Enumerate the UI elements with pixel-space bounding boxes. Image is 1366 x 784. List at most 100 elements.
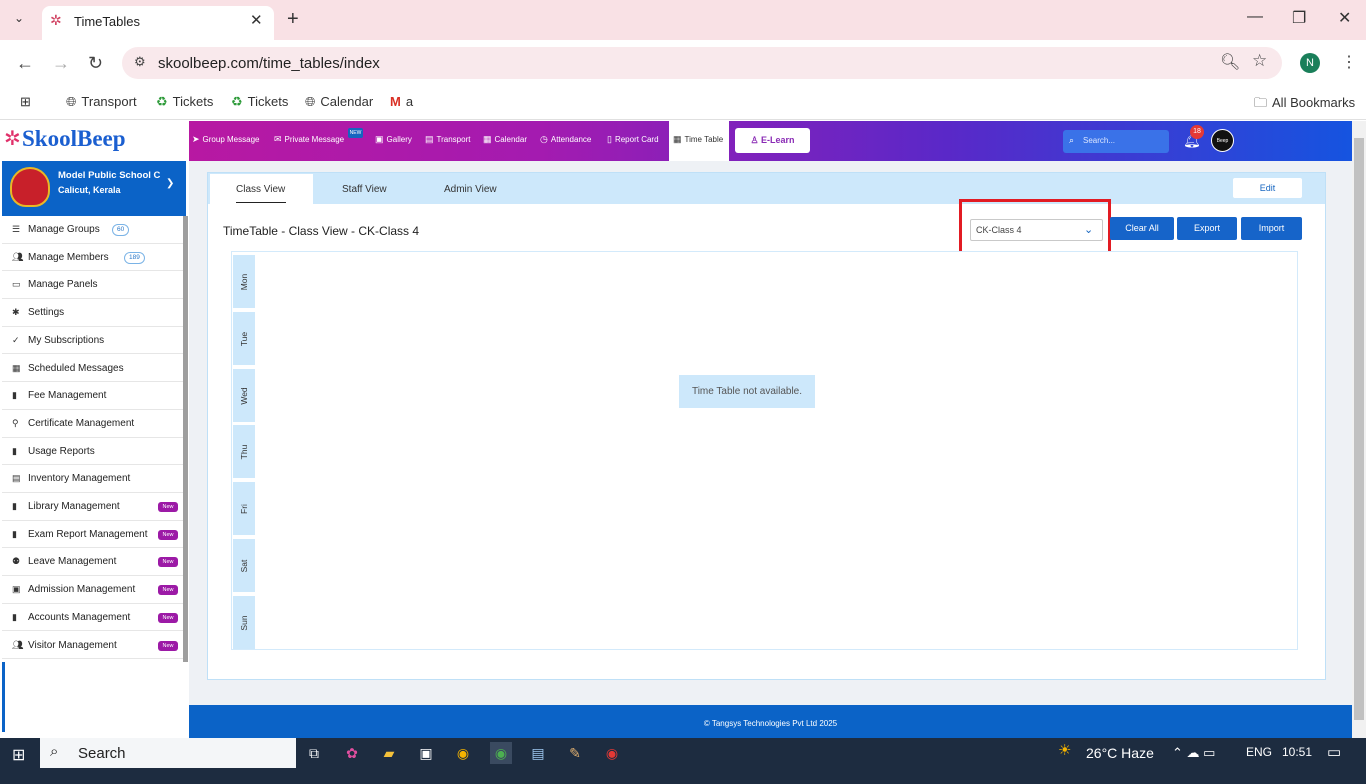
logo-area[interactable]: ✲ SkoolBeep	[0, 121, 189, 161]
day-label: Wed	[233, 368, 255, 422]
reload-icon[interactable]: ↻	[88, 53, 103, 74]
nav-private-message[interactable]: ✉ Private Message	[274, 134, 344, 145]
search-icon: ⌕	[50, 743, 59, 760]
sidebar-item[interactable]: 👥︎ Manage Members 189	[2, 244, 184, 272]
day-label: Thu	[233, 425, 255, 479]
sidebar-item[interactable]: ✓ My Subscriptions	[2, 327, 184, 355]
restore-icon[interactable]: ❐	[1292, 8, 1306, 28]
edit-button[interactable]: Edit	[1233, 178, 1302, 198]
sidebar-item[interactable]: ☰ Manage Groups 60	[2, 216, 184, 244]
all-bookmarks[interactable]: 🗀 All Bookmarks	[1254, 94, 1355, 116]
url-text[interactable]: skoolbeep.com/time_tables/index	[158, 55, 380, 72]
empty-message: Time Table not available.	[679, 375, 815, 408]
footer: © Tangsys Technologies Pvt Ltd 2025	[189, 705, 1352, 738]
tab-staff-view[interactable]: Staff View	[342, 184, 387, 195]
bookmark-transport[interactable]: 🌐︎ Transport	[66, 94, 137, 110]
view-tabs: Class View Staff View Admin View Edit	[208, 173, 1325, 204]
sidebar-item[interactable]: ▮ Library Management New	[2, 493, 184, 521]
sidebar-item[interactable]: ▮ Accounts Management New	[2, 604, 184, 632]
folder-icon: 🗀	[1254, 95, 1268, 110]
windows-start-icon[interactable]: ⊞	[12, 745, 25, 765]
export-button[interactable]: Export	[1177, 217, 1237, 240]
chrome-icon[interactable]: ◉	[452, 742, 474, 764]
bookmark-tickets-2[interactable]: ♻ Tickets	[231, 94, 288, 110]
clear-all-button[interactable]: Clear All	[1110, 217, 1174, 240]
bookmark-tickets-1[interactable]: ♻ Tickets	[156, 94, 213, 110]
bookmark-calendar[interactable]: 🌐︎ Calendar	[305, 94, 373, 110]
sidebar-item[interactable]: ▣ Admission Management New	[2, 576, 184, 604]
tickets-icon: ♻	[156, 94, 168, 109]
store-icon[interactable]: ▣	[415, 742, 437, 764]
bookmark-gmail[interactable]: Ma	[390, 94, 413, 109]
nav-calendar[interactable]: ▦ Calendar	[483, 134, 527, 145]
import-button[interactable]: Import	[1241, 217, 1302, 240]
notification-center-icon[interactable]: ▭	[1327, 743, 1341, 761]
sidebar-item[interactable]: ▤ Inventory Management	[2, 465, 184, 493]
weather-icon[interactable]: ☀	[1058, 741, 1071, 759]
bookmark-star-icon[interactable]: ☆	[1252, 51, 1267, 71]
window-close-icon[interactable]: ✕	[1338, 8, 1351, 28]
minimize-icon[interactable]: —	[1247, 8, 1263, 26]
forward-icon[interactable]: →	[52, 53, 70, 74]
task-view-icon[interactable]: ⧉	[303, 742, 325, 764]
sidebar-item[interactable]: ▦ Scheduled Messages	[2, 355, 184, 383]
site-info-icon[interactable]: ⚙	[134, 54, 146, 70]
omnibox[interactable]: ⚙ skoolbeep.com/time_tables/index 🔍︎ ☆	[122, 47, 1282, 79]
sidebar-item[interactable]: ⚲ Certificate Management	[2, 410, 184, 438]
file-explorer-icon[interactable]: ▰	[378, 742, 400, 764]
nav-transport[interactable]: ▤ Transport	[425, 134, 470, 145]
school-crest-icon	[10, 167, 50, 207]
browser-tab[interactable]: ✲ TimeTables ✕	[42, 6, 274, 40]
new-tab-icon[interactable]: +	[287, 8, 299, 31]
sidebar-item[interactable]: ✱ Settings	[2, 299, 184, 327]
clock[interactable]: 10:51	[1282, 745, 1312, 759]
chrome-alt-icon[interactable]: ◉	[601, 742, 623, 764]
sidebar-item-label: Settings	[28, 307, 65, 319]
close-icon[interactable]: ✕	[250, 11, 263, 29]
browser-menu-icon[interactable]: ⋮	[1341, 52, 1357, 72]
sidebar-item-label: Leave Management	[28, 556, 117, 568]
nav-group-message[interactable]: ➤ Group Message	[192, 134, 259, 145]
nav-report-card[interactable]: ▯ Report Card	[607, 134, 659, 145]
search-icon: ⌕	[1069, 135, 1075, 145]
chevron-down-icon[interactable]: ❯	[166, 178, 174, 189]
user-avatar[interactable]: Beep	[1211, 129, 1234, 152]
apps-grid-icon[interactable]: ⊞	[20, 94, 31, 110]
nav-attendance[interactable]: ◷ Attendance	[540, 134, 591, 145]
sidebar-item-label: Admission Management	[28, 584, 136, 596]
paint-icon[interactable]: ✎	[564, 742, 586, 764]
nav-gallery[interactable]: ▣ Gallery	[375, 134, 412, 145]
elearn-button[interactable]: ♙ E-Learn	[735, 128, 810, 153]
weather-text[interactable]: 26°C Haze	[1086, 745, 1154, 761]
send-icon: ➤	[192, 134, 200, 144]
clock-icon: ◷	[540, 134, 548, 144]
back-icon[interactable]: ←	[16, 53, 34, 74]
tab-search-icon[interactable]: ⌄	[14, 11, 24, 25]
app-search-input[interactable]: ⌕ Search...	[1063, 130, 1169, 153]
school-selector[interactable]: Model Public School C Calicut, Kerala ❯	[2, 161, 186, 216]
sidebar-scrollbar[interactable]	[183, 216, 188, 662]
profile-avatar[interactable]: N	[1300, 53, 1320, 73]
sidebar-item[interactable]: 👥︎ Visitor Management New	[2, 632, 184, 660]
nav-time-table[interactable]: ▦ Time Table	[673, 134, 723, 145]
sidebar-item[interactable]: ▮ Fee Management	[2, 382, 184, 410]
language-indicator[interactable]: ENG	[1246, 745, 1272, 759]
tab-admin-view[interactable]: Admin View	[444, 184, 497, 195]
sidebar-item[interactable]: ▮ Usage Reports	[2, 438, 184, 466]
school-location: Calicut, Kerala	[58, 185, 121, 195]
system-tray-icons[interactable]: ⌃ ☁ ▭	[1172, 745, 1215, 761]
sidebar-item-label: Library Management	[28, 501, 120, 512]
tab-class-view[interactable]: Class View	[236, 184, 285, 195]
day-label-text: Sun	[239, 615, 249, 631]
copilot-icon[interactable]: ✿	[341, 742, 363, 764]
notepad-icon[interactable]: ▤	[527, 742, 549, 764]
skoolbeep-favicon-icon: ✲	[50, 12, 62, 28]
taskbar-search[interactable]: ⌕ Search	[40, 738, 296, 768]
page-scrollbar-thumb[interactable]	[1354, 138, 1364, 720]
sidebar-item[interactable]: ⚉ Leave Management New	[2, 548, 184, 577]
sidebar-item[interactable]: ▭ Manage Panels	[2, 271, 184, 300]
chrome-profile-icon[interactable]: ◉	[490, 742, 512, 764]
sidebar-item[interactable]: ▮ Exam Report Management New	[2, 521, 184, 549]
new-badge: NEW	[348, 128, 363, 138]
zoom-icon[interactable]: 🔍︎	[1220, 52, 1240, 72]
